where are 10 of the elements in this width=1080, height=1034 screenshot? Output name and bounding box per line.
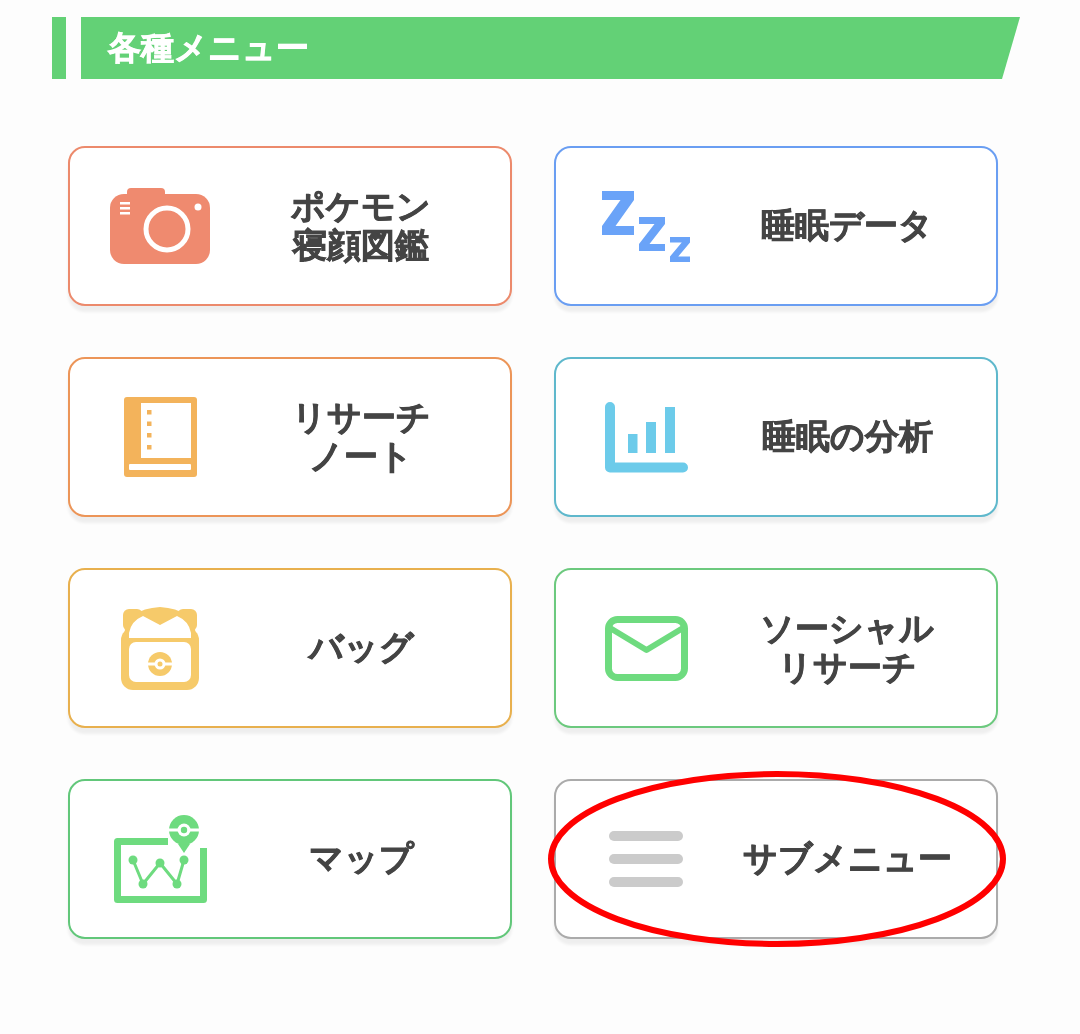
menu-card[interactable]: 睡眠データ bbox=[554, 146, 998, 306]
header-accent-stripe bbox=[52, 17, 66, 79]
menu-card[interactable]: 睡眠の分析 bbox=[554, 357, 998, 517]
menu-card[interactable]: マップ bbox=[68, 779, 512, 939]
section-title: 各種メニュー bbox=[108, 26, 309, 69]
menu-card[interactable]: サブメニュー bbox=[554, 779, 998, 939]
menu-card[interactable]: ポケモン 寝顔図鑑 bbox=[68, 146, 512, 306]
menu-card[interactable]: リサーチ ノート bbox=[68, 357, 512, 517]
menu-card[interactable]: バッグ bbox=[68, 568, 512, 728]
menu-card[interactable]: ソーシャル リサーチ bbox=[554, 568, 998, 728]
